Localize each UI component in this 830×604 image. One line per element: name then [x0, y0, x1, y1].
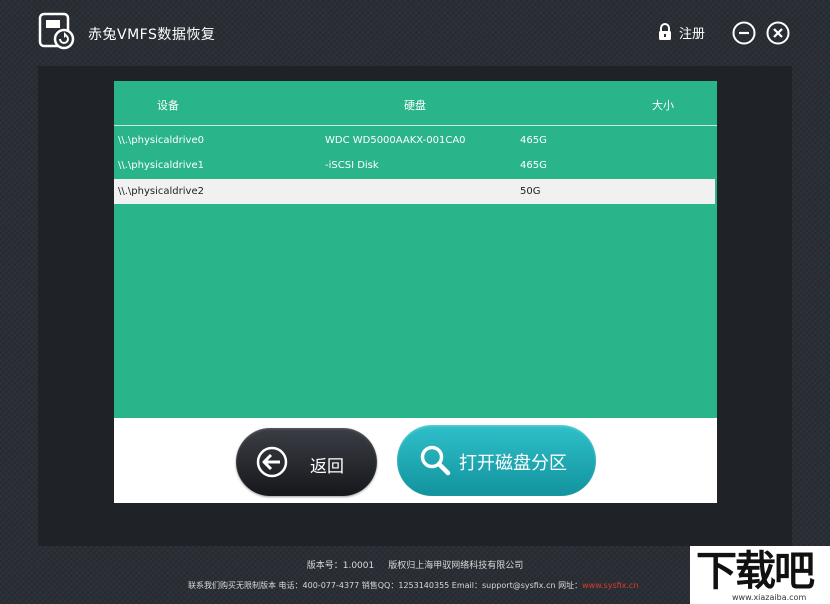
website-link[interactable]: www.sysfix.cn — [582, 581, 638, 590]
open-partition-label: 打开磁盘分区 — [459, 453, 567, 474]
device-cell: \\.\physicaldrive0 — [118, 135, 204, 146]
disk-cell: WDC WD5000AAKX-001CA0 — [325, 135, 466, 146]
minimize-icon[interactable] — [732, 21, 756, 45]
app-title: 赤兔VMFS数据恢复 — [88, 27, 216, 43]
table-row[interactable]: \\.\physicaldrive1 -iSCSI Disk 465G — [114, 153, 715, 178]
size-cell: 50G — [520, 186, 541, 197]
watermark-logo: 下载吧 www.xiazaiba.com — [690, 546, 830, 604]
footer-contact-line: 联系我们购买无限制版本 电话：400-077-4377 销售QQ：1253140… — [188, 580, 638, 591]
column-header-size: 大小 — [652, 99, 674, 112]
version-text: 版本号：1.0001 — [306, 561, 375, 571]
register-button[interactable]: 注册 — [658, 22, 705, 42]
close-icon[interactable] — [766, 21, 790, 45]
open-partition-button[interactable]: 打开磁盘分区 — [397, 425, 596, 496]
disk-cell: -iSCSI Disk — [325, 160, 379, 171]
watermark-url: www.xiazaiba.com — [732, 593, 807, 602]
table-row[interactable]: \\.\physicaldrive0 WDC WD5000AAKX-001CA0… — [114, 128, 715, 153]
device-cell: \\.\physicaldrive2 — [118, 186, 204, 197]
size-cell: 465G — [520, 160, 547, 171]
table-row-selected[interactable]: \\.\physicaldrive2 50G — [114, 179, 715, 204]
arrow-left-icon — [256, 446, 288, 478]
hard-disk-restore-icon — [38, 12, 75, 50]
table-header: 设备 硬盘 大小 — [114, 81, 717, 126]
column-header-disk: 硬盘 — [404, 99, 426, 112]
register-label: 注册 — [679, 26, 706, 42]
column-header-device: 设备 — [157, 99, 179, 112]
back-button-label: 返回 — [310, 457, 344, 477]
lock-icon — [659, 23, 671, 40]
back-button[interactable]: 返回 — [236, 428, 377, 496]
search-icon — [420, 445, 451, 476]
watermark-text: 下载吧 — [696, 547, 815, 595]
device-cell: \\.\physicaldrive1 — [118, 160, 204, 171]
title-bar: 赤兔VMFS数据恢复 注册 — [0, 0, 830, 66]
copyright-text: 版权归上海甲驭网络科技有限公司 — [388, 561, 524, 571]
disk-table: 设备 硬盘 大小 \\.\physicaldrive0 WDC WD5000AA… — [114, 81, 717, 418]
contact-text: 联系我们购买无限制版本 电话：400-077-4377 销售QQ：1253140… — [188, 581, 583, 590]
size-cell: 465G — [520, 135, 547, 146]
